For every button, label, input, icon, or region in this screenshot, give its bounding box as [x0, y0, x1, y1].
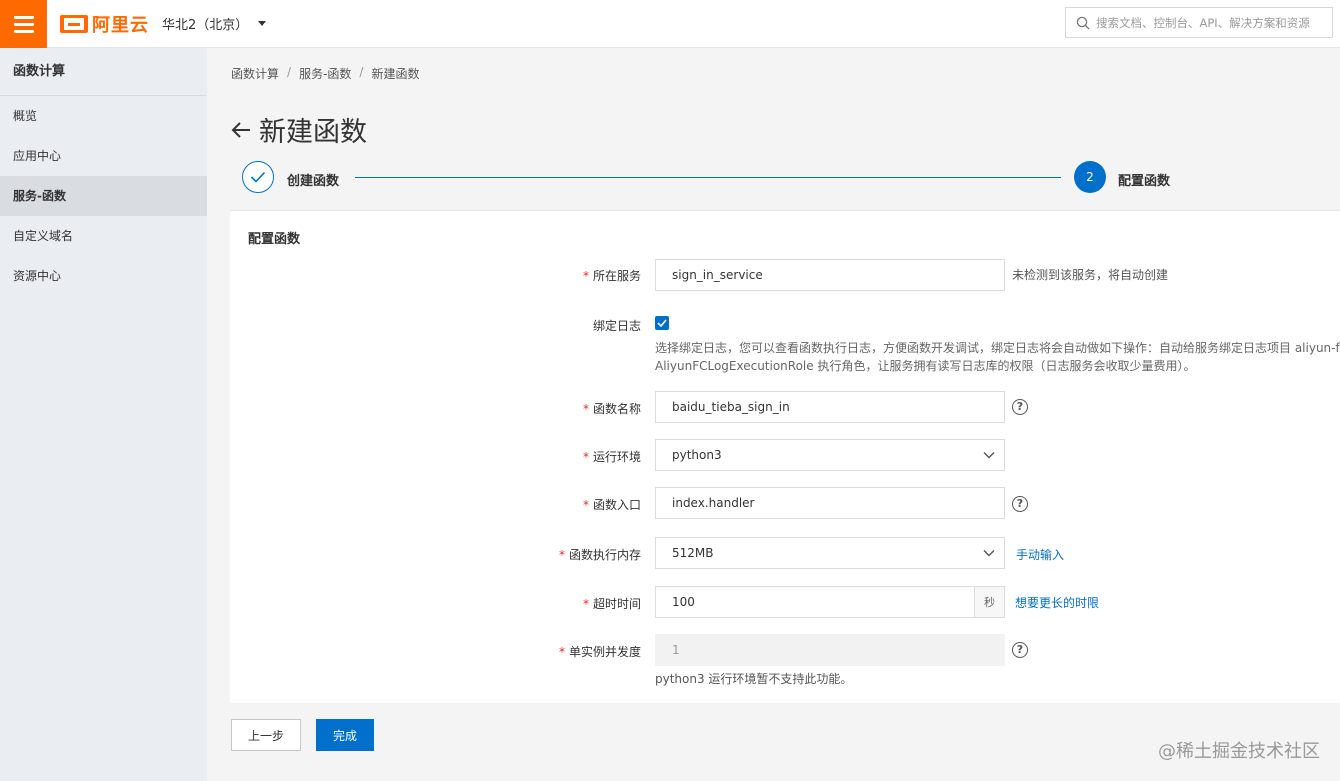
sidebar: 函数计算 概览 应用中心 服务-函数 自定义域名 资源中心	[0, 48, 207, 781]
sidebar-item-resource-center[interactable]: 资源中心	[0, 256, 207, 296]
sidebar-item-overview[interactable]: 概览	[0, 96, 207, 136]
runtime-label: * 运行环境	[582, 450, 641, 464]
sidebar-item-app-center[interactable]: 应用中心	[0, 136, 207, 176]
bind-log-label: 绑定日志	[592, 319, 641, 333]
region-selector[interactable]: 华北2（北京）	[162, 14, 267, 33]
memory-value: 512MB	[672, 546, 714, 560]
manual-input-link[interactable]: 手动输入	[1016, 546, 1064, 563]
search-icon	[1076, 16, 1090, 29]
help-icon[interactable]: ?	[1012, 399, 1028, 415]
bind-log-description-line1: 选择绑定日志，您可以查看函数执行日志，方便函数开发调试，绑定日志将会自动做如下操…	[655, 341, 1340, 355]
bind-log-description-line2: AliyunFCLogExecutionRole 执行角色，让服务拥有读写日志库…	[655, 359, 1196, 373]
main-content: 函数计算 / 服务-函数 / 新建函数 新建函数 创建函数 2 配置函数 配置函…	[207, 48, 1340, 781]
breadcrumb-item-service-function[interactable]: 服务-函数	[299, 65, 351, 82]
chevron-down-icon	[983, 550, 995, 557]
sidebar-title: 函数计算	[0, 48, 207, 96]
service-label: * 所在服务	[582, 269, 641, 283]
service-input[interactable]	[655, 259, 1005, 291]
watermark: @稀土掘金技术社区	[1158, 741, 1320, 762]
timeout-label: * 超时时间	[582, 597, 641, 611]
timeout-unit: 秒	[975, 586, 1005, 618]
config-form-panel: 配置函数 *所在服务 未检测到该服务，将自动创建 绑定日志 选择绑定日志，您可以…	[230, 210, 1340, 703]
search-input[interactable]	[1096, 15, 1326, 30]
longer-timeout-link[interactable]: 想要更长的时限	[1015, 594, 1099, 611]
global-search[interactable]	[1065, 7, 1333, 38]
chevron-down-icon	[983, 452, 995, 459]
breadcrumb-separator: /	[287, 65, 292, 79]
back-arrow-icon[interactable]	[231, 121, 251, 138]
region-label: 华北2（北京）	[162, 18, 249, 33]
required-mark: *	[582, 269, 589, 283]
top-bar: 阿里云 华北2（北京）	[0, 0, 1340, 48]
finish-button[interactable]: 完成	[316, 719, 374, 751]
page-title: 新建函数	[259, 117, 367, 148]
step-indicator: 创建函数 2 配置函数	[242, 161, 1182, 195]
runtime-select[interactable]: python3	[655, 439, 1005, 471]
breadcrumb: 函数计算 / 服务-函数 / 新建函数	[231, 65, 419, 82]
caret-down-icon	[258, 21, 267, 26]
breadcrumb-item-new-function: 新建函数	[371, 67, 420, 81]
sidebar-item-custom-domain[interactable]: 自定义域名	[0, 216, 207, 256]
help-icon[interactable]: ?	[1012, 496, 1028, 512]
bind-log-checkbox[interactable]	[655, 316, 669, 330]
previous-step-button[interactable]: 上一步	[231, 719, 301, 751]
breadcrumb-separator: /	[359, 65, 364, 79]
runtime-value: python3	[672, 448, 722, 462]
step-1-label: 创建函数	[287, 174, 340, 189]
aliyun-logo-mark-icon	[60, 15, 88, 33]
concurrency-hint: python3 运行环境暂不支持此功能。	[655, 672, 853, 686]
concurrency-input	[655, 634, 1005, 666]
hamburger-menu-icon[interactable]	[0, 0, 47, 48]
aliyun-logo[interactable]: 阿里云	[60, 12, 149, 36]
page-header: 新建函数	[231, 110, 367, 149]
service-hint: 未检测到该服务，将自动创建	[1012, 268, 1169, 282]
breadcrumb-item-fc[interactable]: 函数计算	[231, 65, 279, 82]
handler-input[interactable]	[655, 487, 1005, 519]
memory-label: * 函数执行内存	[558, 548, 641, 562]
step-2-number: 2	[1074, 161, 1106, 193]
concurrency-label: * 单实例并发度	[558, 645, 641, 659]
help-icon[interactable]: ?	[1012, 642, 1028, 658]
step-2-label: 配置函数	[1118, 174, 1171, 189]
timeout-input[interactable]	[655, 586, 975, 618]
function-name-label: * 函数名称	[582, 402, 641, 416]
function-name-input[interactable]	[655, 391, 1005, 423]
panel-title: 配置函数	[248, 232, 301, 247]
step-1-check-icon	[242, 161, 274, 193]
logo-text: 阿里云	[92, 15, 149, 36]
sidebar-item-service-function[interactable]: 服务-函数	[0, 176, 207, 216]
memory-select[interactable]: 512MB	[655, 537, 1005, 569]
checkmark-icon	[657, 319, 667, 327]
handler-label: * 函数入口	[582, 498, 641, 512]
step-connector	[355, 177, 1061, 178]
